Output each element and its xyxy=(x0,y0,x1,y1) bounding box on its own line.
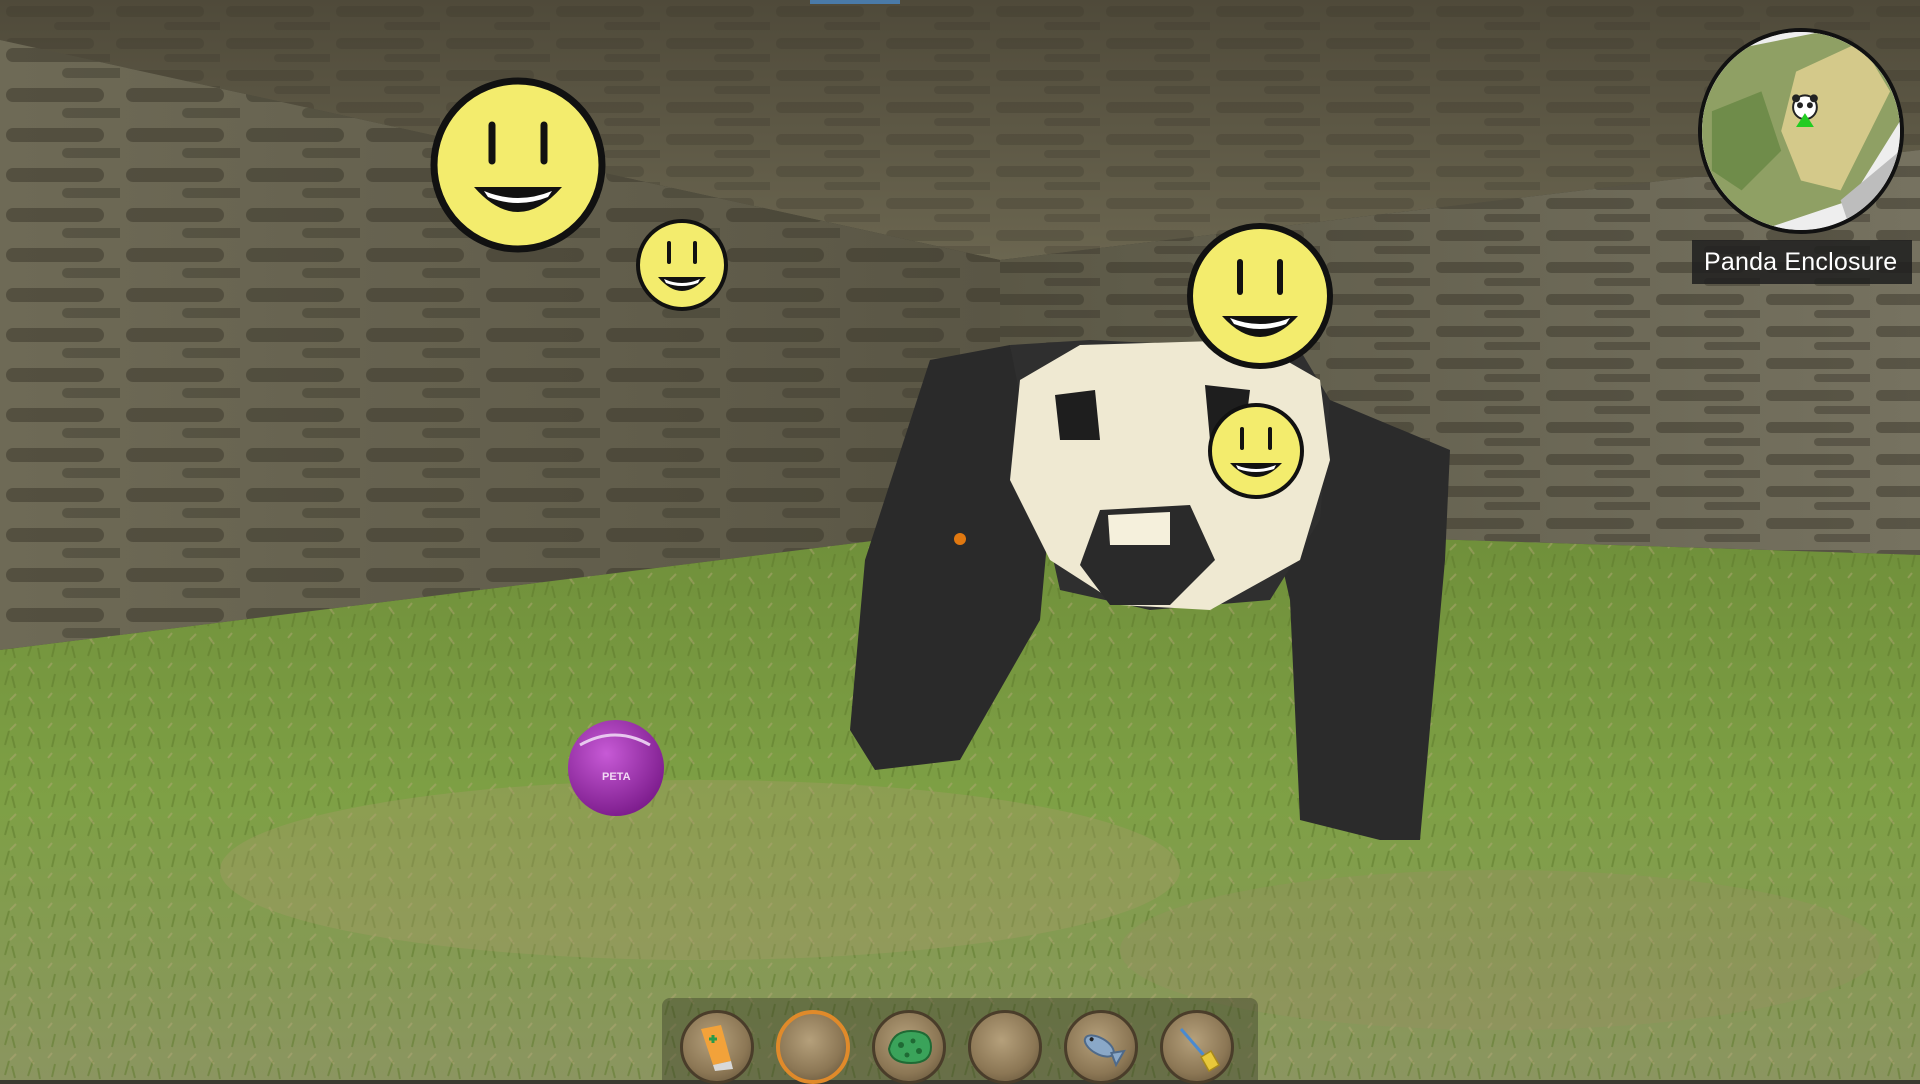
hotbar xyxy=(662,998,1258,1084)
crosshair xyxy=(954,533,966,545)
hotbar-slot-1[interactable] xyxy=(680,1010,754,1084)
broom-icon xyxy=(1179,1028,1221,1073)
smiley-face-icon xyxy=(1187,223,1333,369)
smiley-face-icon xyxy=(430,77,606,253)
ointment-tube-icon xyxy=(701,1025,733,1071)
hotbar-slot-6[interactable] xyxy=(1160,1010,1234,1084)
sponge-icon xyxy=(887,1029,933,1065)
hotbar-slot-5[interactable] xyxy=(1064,1010,1138,1084)
smiley-face-icon xyxy=(1208,403,1304,499)
purple-ball[interactable]: PETA xyxy=(568,720,664,816)
smiley-face-icon xyxy=(636,219,728,311)
hotbar-slot-3[interactable] xyxy=(872,1010,946,1084)
minimap[interactable] xyxy=(1698,28,1904,234)
location-name: Panda Enclosure xyxy=(1692,240,1912,284)
hotbar-slot-4[interactable] xyxy=(968,1010,1042,1084)
hotbar-slot-2[interactable] xyxy=(776,1010,850,1084)
fish-icon xyxy=(1083,1034,1126,1068)
ball-label: PETA xyxy=(602,771,631,783)
top-edge-indicator xyxy=(810,0,900,4)
